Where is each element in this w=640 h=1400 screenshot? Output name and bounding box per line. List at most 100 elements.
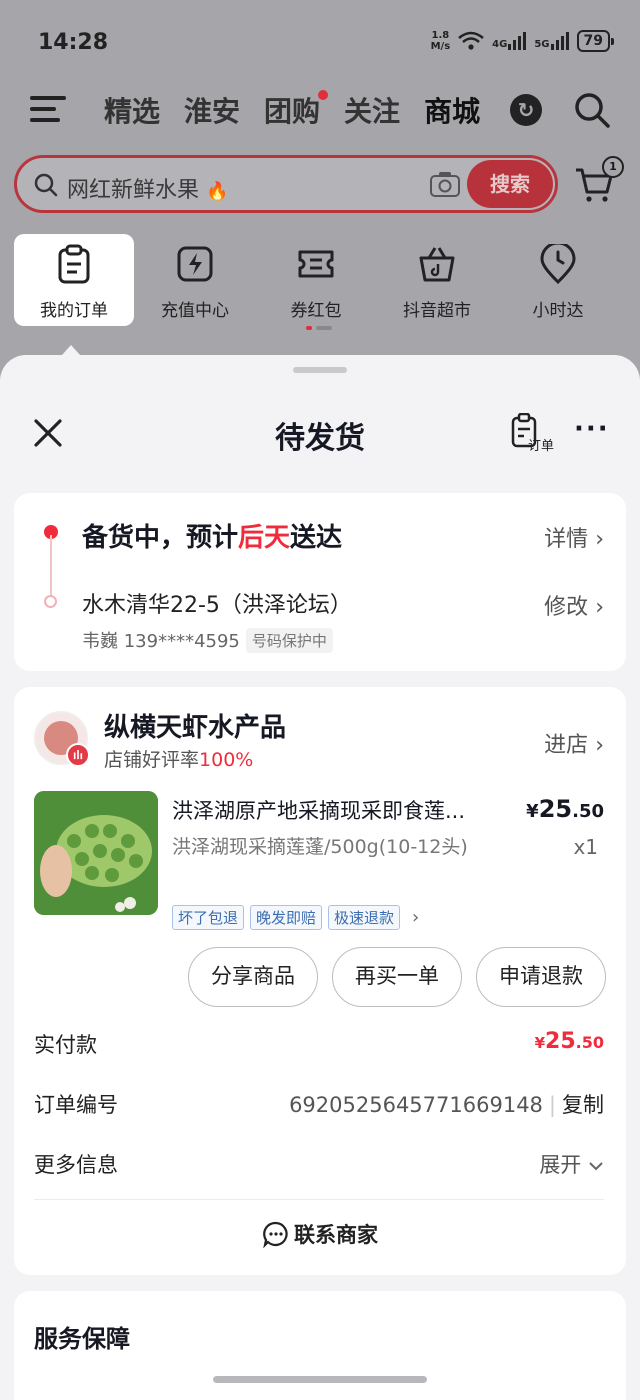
battery-icon: 79 (576, 30, 615, 52)
camera-icon[interactable] (429, 170, 461, 198)
share-product-button[interactable]: 分享商品 (188, 947, 318, 1007)
recipient-contact: 韦巍 139****4595 号码保护中 (82, 627, 333, 653)
service-title: 服务保障 (34, 1325, 130, 1353)
chevron-right-icon: › (595, 527, 604, 552)
price-decimal: .50 (572, 801, 604, 822)
fire-icon: 🔥 (206, 181, 229, 202)
menu-icon[interactable] (30, 96, 66, 124)
enter-shop-link[interactable]: 进店 › (544, 727, 604, 759)
quick-hour-delivery-label: 小时达 (532, 301, 584, 321)
order-actions: 分享商品 再买一单 申请退款 (188, 947, 606, 1007)
top-nav: 精选 淮安 团购 关注 商城 ↻ (0, 88, 640, 134)
tab-following[interactable]: 关注 (344, 90, 400, 130)
divider (34, 1199, 604, 1200)
notification-dot (318, 90, 329, 100)
contact-merchant-label: 联系商家 (294, 1223, 378, 1247)
search-icon[interactable] (572, 90, 612, 130)
expand-toggle[interactable]: 展开 (539, 1149, 604, 1179)
chat-bubble-icon (263, 1221, 288, 1249)
sim2-signal-icon: 5G (534, 32, 569, 50)
buy-again-button[interactable]: 再买一单 (332, 947, 462, 1007)
request-refund-button[interactable]: 申请退款 (476, 947, 606, 1007)
tab-local[interactable]: 淮安 (184, 90, 240, 130)
cart-badge: 1 (602, 156, 624, 178)
promo-tag: 坏了包退 (172, 905, 245, 930)
tab-featured[interactable]: 精选 (104, 90, 160, 130)
price-currency: ¥ (526, 801, 539, 822)
copy-button[interactable]: 复制 (562, 1093, 604, 1117)
refresh-icon[interactable]: ↻ (510, 94, 542, 126)
chevron-right-icon: › (595, 733, 604, 758)
product-title[interactable]: 洪泽湖原产地采摘现采即食莲... (172, 795, 512, 825)
expand-label: 展开 (539, 1153, 582, 1177)
net-speed-unit: M/s (430, 41, 451, 52)
promo-tag: 晚发即赔 (250, 905, 323, 930)
order-detail-sheet: 待发货 订单 ··· 备货中，预计后天送达 详情 › 水木清华22-5（洪泽论坛… (0, 355, 640, 1400)
sim1-signal-icon: 4G (492, 32, 527, 50)
quick-hour-delivery[interactable]: 小时达 (498, 234, 618, 326)
divider: | (548, 1093, 556, 1117)
search-button[interactable]: 搜索 (467, 160, 553, 208)
more-options-icon[interactable]: ··· (574, 416, 610, 442)
sheet-grabber[interactable] (293, 367, 347, 373)
shop-rating: 店铺好评率100% (104, 745, 253, 772)
delivery-card: 备货中，预计后天送达 详情 › 水木清华22-5（洪泽论坛） 修改 › 韦巍 1… (14, 493, 626, 671)
status-time: 14:28 (38, 30, 109, 55)
status-icons: 1.8 M/s 4G 5G 79 (431, 30, 615, 52)
home-indicator[interactable] (213, 1376, 427, 1383)
price-integer: 25 (538, 795, 573, 823)
order-list-button[interactable]: 订单 (510, 413, 560, 454)
shop-chart-badge-icon (66, 743, 90, 767)
edit-address-link[interactable]: 修改 › (544, 589, 604, 621)
shop-rating-label: 店铺好评率 (104, 749, 200, 771)
sim1-label: 4G (492, 39, 508, 50)
coupon-icon (298, 250, 334, 278)
status-bar: 14:28 1.8 M/s 4G 5G 79 (0, 0, 640, 80)
tab-mall[interactable]: 商城 (424, 90, 480, 130)
sheet-header: 待发货 订单 ··· (0, 401, 640, 461)
page-indicator (306, 326, 332, 330)
order-number-group: 6920525645771669148 | 复制 (289, 1089, 604, 1119)
shop-name[interactable]: 纵横天虾水产品 (104, 707, 286, 744)
timeline-dot-address (44, 595, 57, 608)
order-number: 6920525645771669148 (289, 1093, 543, 1117)
order-icon-label: 订单 (528, 439, 555, 454)
quick-supermarket[interactable]: 抖音超市 (377, 234, 497, 326)
quick-my-orders[interactable]: 我的订单 (14, 234, 134, 326)
chevron-down-icon (589, 1162, 603, 1171)
service-promos[interactable]: 坏了包退 晚发即赔 极速退款 › (172, 905, 419, 930)
quick-links: 我的订单 充值中心 券红包 抖音超市 小时达 (14, 234, 626, 326)
chevron-right-icon: › (412, 907, 420, 928)
search-placeholder: 网红新鲜水果 (67, 178, 200, 203)
product-image[interactable] (34, 791, 158, 915)
wifi-icon (458, 31, 484, 50)
location-clock-icon (540, 241, 576, 285)
edit-link-label: 修改 (544, 595, 589, 620)
quick-recharge[interactable]: 充值中心 (135, 234, 255, 326)
quick-recharge-label: 充值中心 (161, 301, 229, 321)
search-bar[interactable]: 网红新鲜水果 🔥 搜索 (14, 155, 558, 213)
sim2-label: 5G (534, 39, 550, 50)
lightning-icon (177, 246, 213, 282)
tab-group-buy[interactable]: 团购 (264, 90, 329, 130)
contact-merchant-button[interactable]: 联系商家 (14, 1219, 626, 1249)
paid-amount: ¥25.50 (535, 1029, 604, 1054)
shop-rating-value: 100% (199, 749, 254, 771)
paid-label: 实付款 (34, 1033, 97, 1057)
privacy-tag: 号码保护中 (245, 628, 333, 653)
clipboard-icon (58, 244, 90, 284)
net-speed: 1.8 M/s (431, 30, 451, 52)
more-info-label: 更多信息 (34, 1153, 118, 1177)
nav-tabs: 精选 淮安 团购 关注 商城 (104, 90, 480, 130)
order-number-label: 订单编号 (34, 1093, 118, 1117)
quick-coupons[interactable]: 券红包 (256, 234, 376, 326)
search-input[interactable]: 网红新鲜水果 🔥 (67, 172, 228, 204)
quick-my-orders-label: 我的订单 (40, 301, 108, 321)
promo-tag: 极速退款 (328, 905, 401, 930)
service-guarantee-card: 服务保障 (14, 1291, 626, 1400)
paid-currency: ¥ (534, 1034, 546, 1052)
details-link[interactable]: 详情 › (544, 521, 604, 553)
lotus-pod-image (34, 791, 158, 915)
status-suffix: 送达 (290, 523, 343, 553)
quick-supermarket-label: 抖音超市 (403, 301, 471, 321)
